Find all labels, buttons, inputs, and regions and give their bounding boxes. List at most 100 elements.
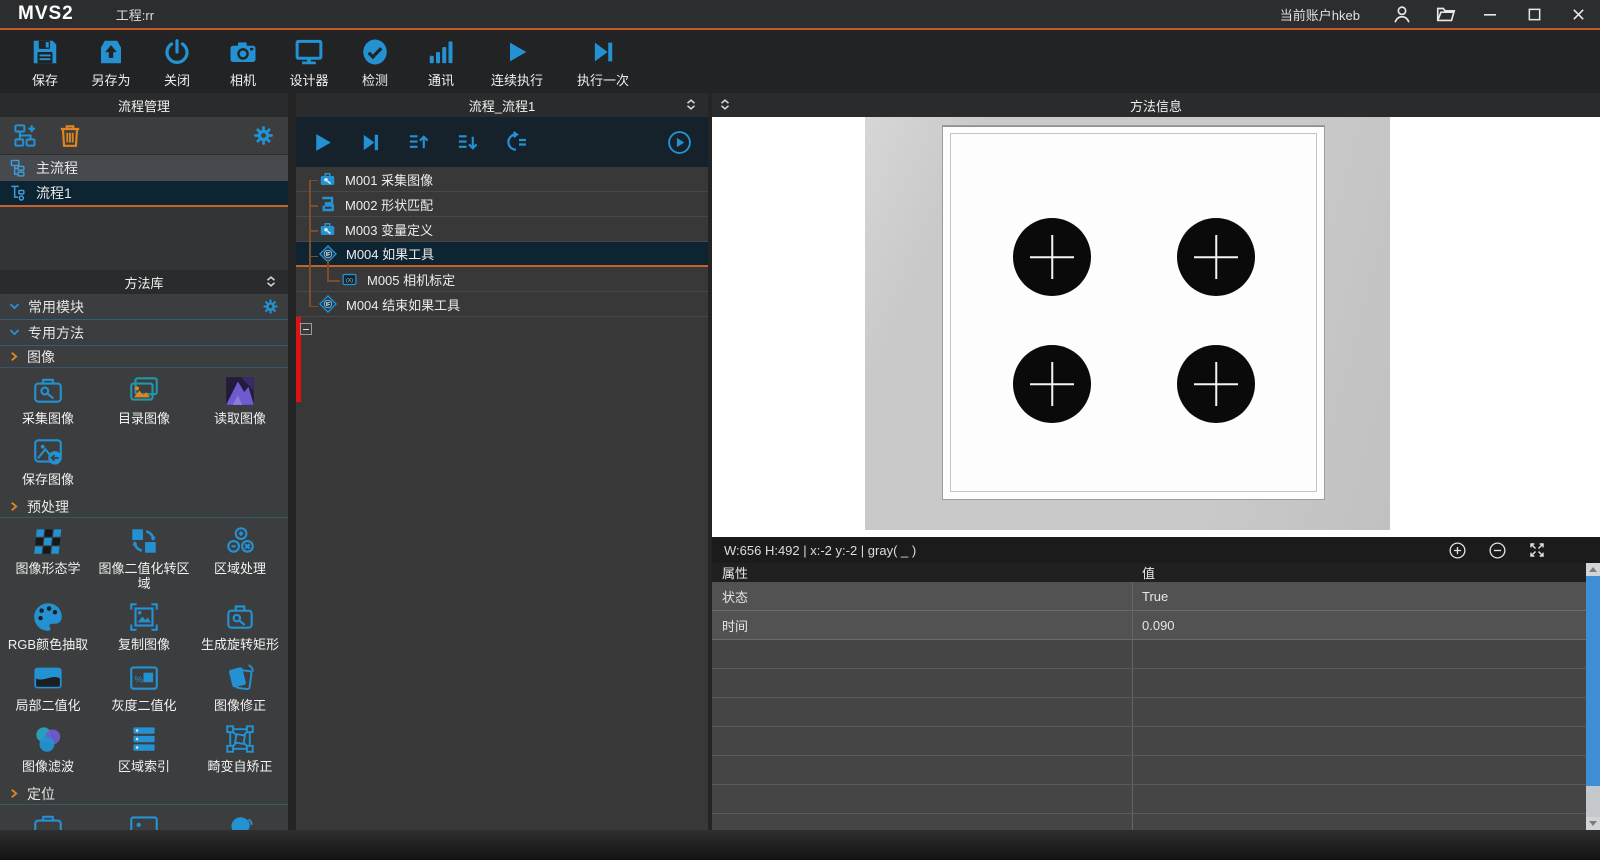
section-label: 专用方法 [28, 323, 84, 343]
user-icon[interactable] [1380, 0, 1424, 28]
header-property: 属性 [712, 563, 1133, 582]
node-label: M001 采集图像 [345, 170, 433, 189]
close-button[interactable] [1556, 0, 1600, 28]
table-row-empty [712, 640, 1600, 669]
run-selected-icon[interactable] [667, 130, 692, 155]
run-once-button[interactable]: 执行一次 [560, 37, 646, 89]
flow-node-m002[interactable]: M002 形状匹配 [296, 192, 708, 217]
window-bottom-edge [0, 830, 1600, 860]
group-preprocess[interactable]: 预处理 [0, 496, 288, 518]
zoom-in-icon[interactable] [1448, 541, 1467, 560]
method-binarize-to-region[interactable]: 图像二值化转区域 [96, 524, 192, 591]
minimize-button[interactable] [1468, 0, 1512, 28]
section-label: 常用模块 [28, 297, 84, 317]
method-gen-rot-rect[interactable]: 生成旋转矩形 [192, 600, 288, 652]
method-image-correct[interactable]: 图像修正 [192, 661, 288, 713]
chevron-right-icon [8, 787, 20, 800]
table-row-time[interactable]: 时间 0.090 [712, 611, 1600, 640]
shape-match-icon [318, 195, 337, 213]
fit-view-icon[interactable] [1528, 541, 1546, 559]
designer-button[interactable]: 设计器 [276, 37, 342, 89]
toolbox-icon [318, 170, 337, 188]
method-region-index[interactable]: 区域索引 [96, 722, 192, 774]
collapse-icon[interactable] [718, 97, 732, 112]
method-save-image[interactable]: 保存图像 [0, 435, 96, 487]
chevron-right-icon [8, 500, 20, 513]
method-gray-binarize[interactable]: % 灰度二值化 [96, 661, 192, 713]
flow-tree-icon [8, 158, 28, 178]
morphology-icon [30, 524, 66, 558]
plate-inner-frame [950, 133, 1317, 492]
viewer-statusbar: W:656 H:492 | x:-2 y:-2 | gray( _ ) [712, 537, 1600, 563]
collapse-icon[interactable] [264, 274, 278, 289]
chevron-down-icon [8, 300, 21, 313]
collapse-node-toggle[interactable] [300, 323, 312, 335]
flow-node-m005[interactable]: (X) M005 相机标定 [296, 267, 708, 292]
save-as-button[interactable]: 另存为 [78, 37, 144, 89]
close-project-button[interactable]: 关闭 [144, 37, 210, 89]
detect-button[interactable]: 检测 [342, 37, 408, 89]
communication-button[interactable]: 通讯 [408, 37, 474, 89]
move-down-icon[interactable] [455, 131, 480, 154]
flow-node-m001[interactable]: M001 采集图像 [296, 167, 708, 192]
flow-list-empty-area [0, 207, 288, 270]
scroll-up-button[interactable] [1586, 563, 1600, 576]
toolbox-icon [29, 811, 67, 830]
image-viewer[interactable] [712, 117, 1600, 537]
method-read-image[interactable]: 读取图像 [192, 374, 288, 426]
method-local-binarize[interactable]: 局部二值化 [0, 661, 96, 713]
flow-item-main[interactable]: 主流程 [0, 155, 288, 181]
method-directory-image[interactable]: 目录图像 [96, 374, 192, 426]
group-label: 预处理 [27, 497, 69, 517]
group-locate[interactable]: 定位 [0, 783, 288, 805]
save-icon [30, 37, 60, 67]
calibration-dot-3 [1013, 345, 1091, 423]
delete-flow-icon[interactable] [57, 122, 83, 149]
group-image[interactable]: 图像 [0, 346, 288, 368]
scrollbar-thumb[interactable] [1586, 576, 1600, 786]
flow-manager-title: 流程管理 [118, 96, 170, 115]
method-partial-1[interactable] [0, 811, 96, 830]
signal-icon [426, 37, 456, 67]
flow-node-m004-endif[interactable]: IF M004 结束如果工具 [296, 292, 708, 317]
save-button[interactable]: 保存 [12, 37, 78, 89]
collapse-icon[interactable] [684, 97, 698, 112]
flow-settings-gear-icon[interactable] [251, 123, 276, 148]
loop-list-icon[interactable] [504, 130, 530, 154]
section-special-methods[interactable]: 专用方法 [0, 320, 288, 346]
scroll-down-button[interactable] [1586, 817, 1600, 830]
method-region-process[interactable]: 区域处理 [192, 524, 288, 591]
tree-connector [309, 205, 318, 207]
module-settings-gear-icon[interactable] [261, 297, 280, 316]
add-flow-icon[interactable] [12, 122, 39, 149]
svg-text:IF: IF [326, 302, 331, 308]
calibration-dot-2 [1177, 218, 1255, 296]
node-label: M004 结束如果工具 [346, 295, 460, 314]
method-morphology[interactable]: 图像形态学 [0, 524, 96, 591]
step-flow-icon[interactable] [359, 131, 382, 154]
section-common-modules[interactable]: 常用模块 [0, 294, 288, 320]
flow-node-m004-if[interactable]: IF M004 如果工具 [296, 242, 708, 267]
method-image-filter[interactable]: 图像滤波 [0, 722, 96, 774]
table-row-status[interactable]: 状态 True [712, 582, 1600, 611]
method-distortion-correct[interactable]: 畸变自矫正 [192, 722, 288, 774]
move-up-icon[interactable] [406, 131, 431, 154]
maximize-button[interactable] [1512, 0, 1556, 28]
node-label: M002 形状匹配 [345, 195, 433, 214]
flow-node-m003[interactable]: M003 变量定义 [296, 217, 708, 242]
zoom-out-icon[interactable] [1488, 541, 1507, 560]
tree-connector [309, 230, 318, 232]
camera-button[interactable]: 相机 [210, 37, 276, 89]
method-partial-3[interactable] [192, 811, 288, 830]
table-scrollbar[interactable] [1586, 563, 1600, 830]
method-copy-image[interactable]: 复制图像 [96, 600, 192, 652]
run-flow-icon[interactable] [310, 130, 335, 155]
method-acquire-image[interactable]: 采集图像 [0, 374, 96, 426]
continuous-run-button[interactable]: 连续执行 [474, 37, 560, 89]
method-rgb-extract[interactable]: RGB颜色抽取 [0, 600, 96, 652]
toolbox-icon [222, 600, 258, 634]
flow-tree-icon [8, 183, 28, 203]
method-partial-2[interactable] [96, 811, 192, 830]
flow-item-flow1[interactable]: 流程1 [0, 181, 288, 207]
folder-icon[interactable] [1424, 0, 1468, 28]
